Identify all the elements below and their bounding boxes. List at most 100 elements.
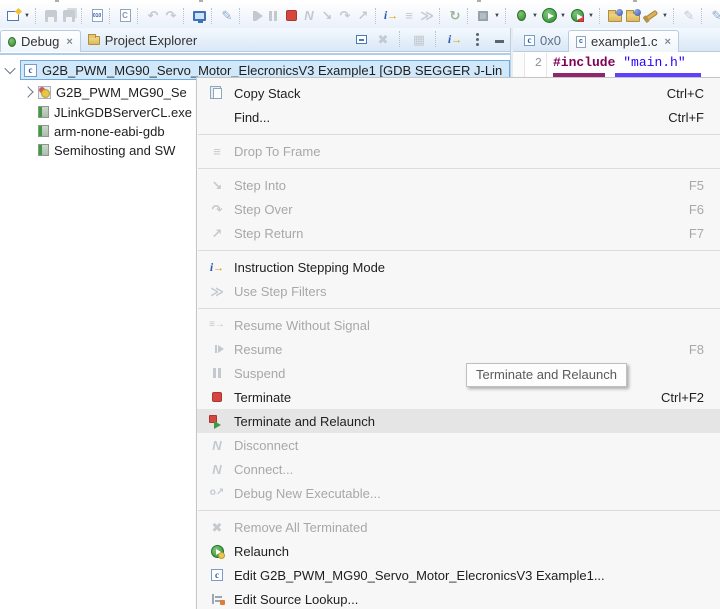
target-chip-button[interactable] <box>474 7 492 25</box>
view-menu-button[interactable] <box>468 30 486 48</box>
use-step-filters-button[interactable]: ≫ <box>418 7 436 25</box>
close-icon[interactable]: × <box>66 36 72 48</box>
c-app-icon: c <box>24 63 37 77</box>
menu-item-edit-source-lookup[interactable]: Edit Source Lookup... <box>197 587 720 609</box>
tree-row-label: G2B_PWM_MG90_Servo_Motor_ElecronicsV3 Ex… <box>42 62 503 78</box>
executable-icon <box>38 106 49 118</box>
menu-item-edit-launch-config[interactable]: c Edit G2B_PWM_MG90_Servo_Motor_Elecroni… <box>197 563 720 587</box>
c-source-file-icon: c <box>575 35 586 48</box>
terminate-button[interactable] <box>282 7 300 25</box>
new-wizard-button[interactable] <box>4 7 22 25</box>
debug-context-menu: Copy Stack Ctrl+C Find... Ctrl+F ≡ Drop … <box>196 77 720 609</box>
menu-item-relaunch[interactable]: Relaunch <box>197 539 720 563</box>
external-tools-button[interactable] <box>568 7 586 25</box>
remove-all-terminated-button[interactable]: ✖ <box>374 30 392 48</box>
save-all-button[interactable] <box>60 7 78 25</box>
resume-icon <box>205 345 229 353</box>
stop-icon <box>285 10 297 21</box>
menu-item-terminate[interactable]: Terminate Ctrl+F2 <box>197 385 720 409</box>
console-button[interactable] <box>190 7 208 25</box>
toolbar-separator <box>505 7 509 24</box>
toolbar-separator <box>467 7 471 24</box>
binary-file-button[interactable]: 010 <box>88 7 106 25</box>
debug-new-executable-icon: o↗ <box>209 487 225 498</box>
menu-item-suspend: Suspend <box>197 361 720 385</box>
resume-button[interactable] <box>246 7 264 25</box>
tree-row-gdb[interactable]: arm-none-eabi-gdb <box>38 121 165 141</box>
step-over-icon: ↷ <box>211 201 223 217</box>
step-over-button[interactable]: ↷ <box>336 7 354 25</box>
instruction-stepping-button[interactable]: i → <box>382 7 400 25</box>
collapse-all-button[interactable] <box>352 30 370 48</box>
last-edit-button[interactable]: ✎ <box>708 7 720 25</box>
run-dropdown[interactable]: ▼ <box>558 13 568 19</box>
resume-icon <box>252 10 263 21</box>
toolbar-separator <box>183 7 187 24</box>
menu-item-find[interactable]: Find... Ctrl+F <box>197 105 720 129</box>
tree-row-semihosting[interactable]: Semihosting and SW <box>38 140 175 160</box>
search-button[interactable] <box>642 7 660 25</box>
step-into-button[interactable]: ↘ <box>318 7 336 25</box>
debug-button[interactable] <box>512 7 530 25</box>
external-tools-dropdown[interactable]: ▼ <box>586 13 596 19</box>
tab-debug[interactable]: Debug × <box>0 30 81 52</box>
editor-tab-row: c 0x0 c example1.c × <box>513 28 720 52</box>
toolbar-separator <box>239 7 243 24</box>
debug-view-tab-row: Debug × Project Explorer ✖ ▦ i → <box>0 28 526 52</box>
toolbar-separator <box>701 7 705 24</box>
disconnect-button[interactable]: N <box>300 7 318 25</box>
step-return-button[interactable]: ↗ <box>354 7 372 25</box>
menu-item-instruction-stepping-mode[interactable]: i → Instruction Stepping Mode <box>197 255 720 279</box>
step-into-icon: ↘ <box>211 177 223 193</box>
copy-icon <box>205 85 229 99</box>
folder-icon <box>87 34 100 45</box>
menubar-remnant <box>55 0 59 2</box>
mark-occurrences-button[interactable]: ✎ <box>218 7 236 25</box>
search-dropdown[interactable]: ▼ <box>660 13 670 19</box>
process-icon <box>38 85 51 99</box>
menu-item-copy-stack[interactable]: Copy Stack Ctrl+C <box>197 81 720 105</box>
minimize-view-button[interactable] <box>490 30 508 48</box>
collapse-all-icon <box>355 34 367 44</box>
run-button[interactable] <box>540 7 558 25</box>
chevron-right-icon[interactable] <box>22 86 34 98</box>
connect-icon: N <box>212 461 222 477</box>
build-button[interactable]: C <box>116 7 134 25</box>
redo-icon: ↷ <box>165 8 177 23</box>
view-layout-button[interactable]: ▦ <box>410 30 428 48</box>
undo-button[interactable]: ↶ <box>144 7 162 25</box>
tree-row-jlink-server[interactable]: JLinkGDBServerCL.exe <box>38 102 192 122</box>
open-folder-icon <box>608 9 623 22</box>
save-button[interactable] <box>42 7 60 25</box>
menu-item-disconnect: N Disconnect <box>197 433 720 457</box>
code-line: #include "main.h" <box>553 55 686 70</box>
open-resource-button[interactable] <box>624 7 642 25</box>
chevron-down-icon[interactable] <box>4 62 16 75</box>
toolbar-separator <box>137 7 141 24</box>
disconnect-icon: N <box>304 8 314 23</box>
suspend-button[interactable] <box>264 7 282 25</box>
executable-icon <box>38 125 49 137</box>
c-file-icon: c <box>524 34 535 46</box>
drop-to-frame-icon: ≡ <box>213 143 221 159</box>
new-dropdown-button[interactable]: ▼ <box>22 13 32 19</box>
instruction-stepping-toggle[interactable]: i → <box>446 30 464 48</box>
step-return-icon: ↗ <box>211 225 223 241</box>
tab-example1c[interactable]: c example1.c × <box>567 30 679 52</box>
menubar-remnant <box>199 0 203 2</box>
menu-item-terminate-and-relaunch[interactable]: Terminate and Relaunch <box>197 409 720 433</box>
debug-dropdown[interactable]: ▼ <box>530 13 540 19</box>
annotation-button[interactable]: ✎ <box>680 7 698 25</box>
close-icon[interactable]: × <box>664 36 670 48</box>
toolbar-separator <box>673 7 677 24</box>
tree-row-target[interactable]: G2B_PWM_MG90_Se <box>22 82 187 102</box>
terminate-icon <box>205 392 229 402</box>
tab-project-explorer[interactable]: Project Explorer <box>81 29 204 51</box>
refresh-target-button[interactable]: ↻ <box>446 7 464 25</box>
redo-button[interactable]: ↷ <box>162 7 180 25</box>
open-element-button[interactable] <box>606 7 624 25</box>
target-chip-dropdown[interactable]: ▼ <box>492 13 502 19</box>
toolbar-separator <box>211 7 215 24</box>
tab-0x0[interactable]: c 0x0 <box>517 29 568 51</box>
drop-to-frame-button[interactable]: ≡ <box>400 7 418 25</box>
